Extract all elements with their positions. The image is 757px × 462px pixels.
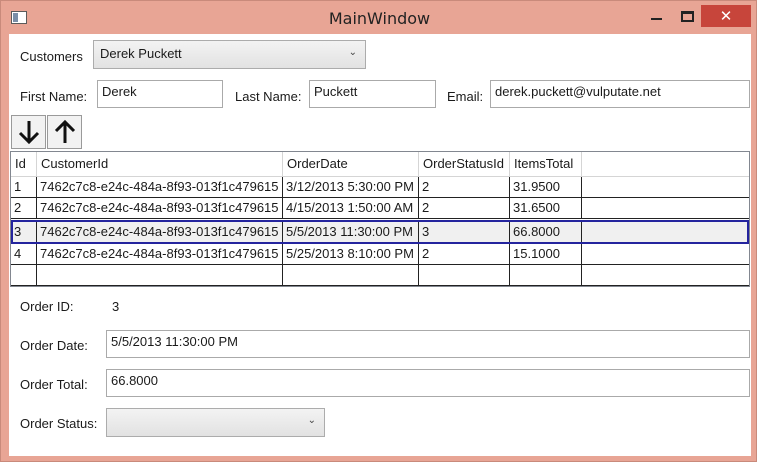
minimize-button[interactable] bbox=[637, 5, 675, 27]
order-total-field[interactable]: 66.8000 bbox=[106, 369, 750, 397]
customers-label: Customers bbox=[20, 49, 83, 64]
email-field[interactable]: derek.puckett@vulputate.net bbox=[490, 80, 750, 108]
cell-id: 3 bbox=[11, 222, 37, 243]
title-bar[interactable]: MainWindow ✕ bbox=[1, 1, 757, 35]
cell-filler bbox=[582, 198, 749, 219]
cell-orderdate: 5/25/2013 8:10:00 PM bbox=[283, 244, 419, 265]
email-label: Email: bbox=[447, 89, 484, 104]
cell-itemstotal bbox=[510, 265, 582, 286]
cell-customerid: 7462c7c8-e24c-484a-8f93-013f1c479615 bbox=[37, 198, 283, 219]
move-down-button[interactable] bbox=[11, 115, 46, 149]
chevron-down-icon: ⌄ bbox=[307, 415, 316, 426]
orders-grid[interactable]: Id CustomerId OrderDate OrderStatusId It… bbox=[10, 151, 750, 287]
order-total-label: Order Total: bbox=[20, 377, 88, 392]
close-icon: ✕ bbox=[719, 7, 733, 25]
last-name-label: Last Name: bbox=[235, 89, 302, 104]
cell-id: 2 bbox=[11, 198, 37, 219]
client-area: Customers Derek Puckett ⌄ First Name: De… bbox=[9, 34, 751, 456]
table-row-new[interactable] bbox=[11, 265, 749, 286]
last-name-field[interactable]: Puckett bbox=[309, 80, 436, 108]
cell-orderstatusid bbox=[419, 265, 510, 286]
cell-filler bbox=[582, 177, 749, 198]
main-window: MainWindow ✕ Customers Derek Puckett ⌄ F… bbox=[0, 0, 757, 462]
cell-itemstotal: 31.9500 bbox=[510, 177, 582, 198]
column-header-id[interactable]: Id bbox=[11, 152, 37, 177]
cell-customerid bbox=[37, 265, 283, 286]
column-header-itemstotal[interactable]: ItemsTotal bbox=[510, 152, 582, 177]
order-date-label: Order Date: bbox=[20, 338, 88, 353]
column-header-customerid[interactable]: CustomerId bbox=[37, 152, 283, 177]
order-id-label: Order ID: bbox=[20, 299, 74, 314]
close-button[interactable]: ✕ bbox=[701, 5, 751, 27]
column-header-orderstatusid[interactable]: OrderStatusId bbox=[419, 152, 510, 177]
cell-itemstotal: 15.1000 bbox=[510, 244, 582, 265]
cell-orderdate: 5/5/2013 11:30:00 PM bbox=[283, 222, 419, 243]
cell-orderstatusid: 2 bbox=[419, 244, 510, 265]
first-name-field[interactable]: Derek bbox=[97, 80, 223, 108]
order-id-value: 3 bbox=[112, 299, 120, 314]
cell-id: 1 bbox=[11, 177, 37, 198]
cell-customerid: 7462c7c8-e24c-484a-8f93-013f1c479615 bbox=[37, 244, 283, 265]
column-header-filler bbox=[582, 152, 749, 177]
table-row-selected[interactable]: 3 7462c7c8-e24c-484a-8f93-013f1c479615 5… bbox=[11, 222, 749, 243]
cell-orderdate: 4/15/2013 1:50:00 AM bbox=[283, 198, 419, 219]
cell-id: 4 bbox=[11, 244, 37, 265]
customers-selected: Derek Puckett bbox=[100, 46, 182, 61]
column-header-orderdate[interactable]: OrderDate bbox=[283, 152, 419, 177]
order-status-combobox[interactable]: ⌄ bbox=[106, 408, 325, 437]
minimize-icon bbox=[650, 18, 662, 20]
customers-combobox[interactable]: Derek Puckett ⌄ bbox=[93, 40, 366, 69]
cell-filler bbox=[582, 244, 749, 265]
cell-orderstatusid: 2 bbox=[419, 198, 510, 219]
move-up-button[interactable] bbox=[47, 115, 82, 149]
chevron-down-icon: ⌄ bbox=[348, 47, 357, 58]
cell-filler bbox=[582, 265, 749, 286]
arrow-up-icon bbox=[54, 119, 75, 143]
cell-orderstatusid: 2 bbox=[419, 177, 510, 198]
table-row[interactable]: 1 7462c7c8-e24c-484a-8f93-013f1c479615 3… bbox=[11, 177, 749, 198]
order-date-field[interactable]: 5/5/2013 11:30:00 PM bbox=[106, 330, 750, 358]
cell-orderdate: 3/12/2013 5:30:00 PM bbox=[283, 177, 419, 198]
cell-customerid: 7462c7c8-e24c-484a-8f93-013f1c479615 bbox=[37, 177, 283, 198]
first-name-label: First Name: bbox=[20, 89, 88, 104]
cell-id bbox=[11, 265, 37, 286]
cell-orderdate bbox=[283, 265, 419, 286]
cell-orderstatusid: 3 bbox=[419, 222, 510, 243]
cell-itemstotal: 31.6500 bbox=[510, 198, 582, 219]
cell-customerid: 7462c7c8-e24c-484a-8f93-013f1c479615 bbox=[37, 222, 283, 243]
order-status-label: Order Status: bbox=[20, 416, 98, 431]
arrow-down-icon bbox=[18, 121, 39, 145]
cell-filler bbox=[582, 222, 749, 243]
table-row[interactable]: 4 7462c7c8-e24c-484a-8f93-013f1c479615 5… bbox=[11, 244, 749, 265]
maximize-icon bbox=[680, 10, 694, 22]
maximize-button[interactable] bbox=[673, 5, 701, 27]
cell-itemstotal: 66.8000 bbox=[510, 222, 582, 243]
table-row[interactable]: 2 7462c7c8-e24c-484a-8f93-013f1c479615 4… bbox=[11, 198, 749, 219]
